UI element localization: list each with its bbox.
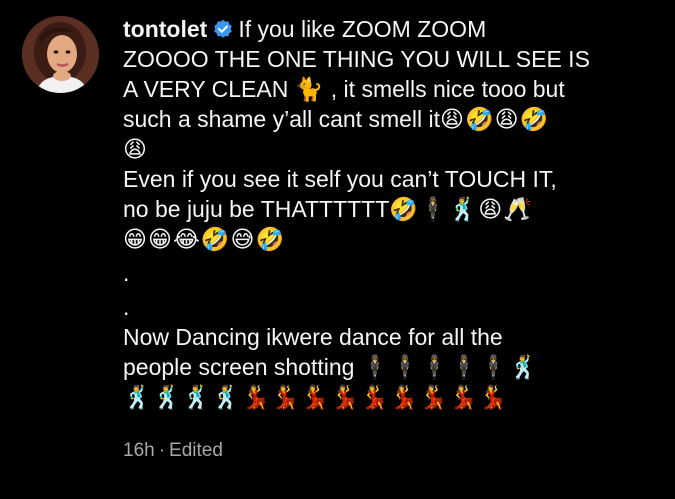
timestamp[interactable]: 16h	[123, 440, 155, 461]
dot-line-1: .	[123, 260, 130, 286]
verified-badge-icon	[213, 19, 233, 39]
comment-meta: 16h · Edited	[123, 440, 223, 462]
caption-line-7: no be juju be THATTTTTT🤣🕴🕺😩🥂	[123, 194, 658, 224]
comment-text: tontolet If you like ZOOM ZOOM ZOOOO THE …	[123, 14, 658, 412]
comment-container: tontolet If you like ZOOM ZOOM ZOOOO THE …	[0, 0, 675, 499]
dot-line-2: .	[123, 294, 130, 320]
caption-text-line-7: no be juju be THATTTTTT	[123, 196, 390, 222]
caption-text-line-3a: A VERY CLEAN	[123, 76, 289, 102]
edited-label: Edited	[169, 440, 223, 461]
emoji-group-8: 😁😁😂🤣😅🤣	[123, 226, 286, 252]
caption-text-line-11: Now Dancing ikwere dance for all the	[123, 324, 503, 350]
caption-text-line-2: ZOOOO THE ONE THING YOU WILL SEE IS	[123, 46, 590, 72]
caption-text-line-4: such a shame y’all cant smell it	[123, 106, 441, 132]
caption-text-line-1: If you like ZOOM ZOOM	[238, 16, 487, 42]
caption-line-12: people screen shotting 🕴🕴🕴🕴🕴🕺	[123, 352, 658, 382]
username-link[interactable]: tontolet	[123, 16, 207, 42]
emoji-group-7: 🤣🕴🕺😩🥂	[389, 196, 533, 222]
emoji-group-4: 😩🤣😩🤣	[440, 106, 550, 132]
emoji-group-5: 😩	[123, 136, 148, 162]
caption-line-1: tontolet If you like ZOOM ZOOM	[123, 14, 658, 44]
emoji-group-13: 🕺🕺🕺🕺💃💃💃💃💃💃💃💃💃	[123, 384, 509, 410]
avatar-image	[22, 16, 99, 93]
caption-text-line-12: people screen shotting	[123, 354, 355, 380]
caption-text-line-3b: , it smells nice tooo but	[330, 76, 565, 102]
caption-text-line-6: Even if you see it self you can’t TOUCH …	[123, 166, 557, 192]
caption-line-3: A VERY CLEAN 🐈 , it smells nice tooo but	[123, 74, 658, 104]
meta-separator: ·	[158, 440, 166, 461]
emoji-group-12: 🕴🕴🕴🕴🕴🕺	[360, 354, 539, 380]
caption-line-4: such a shame y’all cant smell it😩🤣😩🤣	[123, 104, 658, 134]
cat-emoji: 🐈	[294, 76, 325, 102]
avatar[interactable]	[22, 16, 99, 93]
